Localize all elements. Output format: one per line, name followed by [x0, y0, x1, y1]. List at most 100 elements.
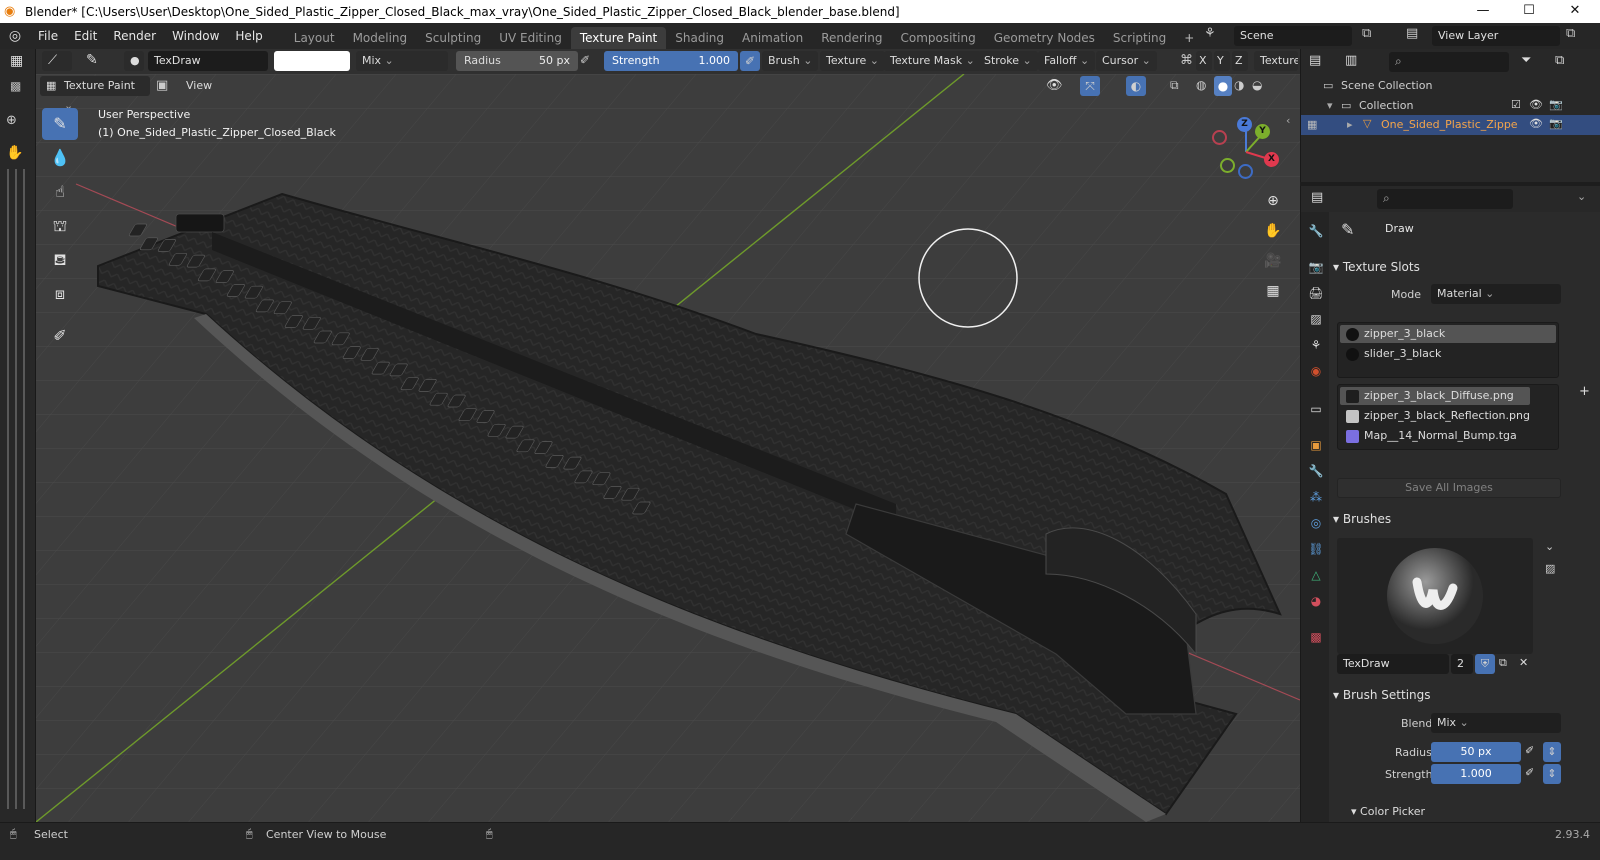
material-item-zipper[interactable]: zipper_3_black [1340, 325, 1556, 343]
ortho-toggle-icon[interactable]: ▦ [1260, 278, 1286, 304]
collection-render-icon[interactable]: 📷 [1549, 98, 1563, 111]
output-tab-icon[interactable]: 🖨 [1305, 282, 1327, 304]
scene-field[interactable]: Scene [1234, 26, 1352, 46]
add-workspace-button[interactable]: + [1175, 27, 1203, 49]
tab-geometry-nodes[interactable]: Geometry Nodes [985, 27, 1104, 49]
collection-visibility-icon[interactable]: 👁 [1529, 98, 1543, 111]
brush-image-icon[interactable]: ▨ [1545, 562, 1555, 575]
unlink-brush-icon[interactable]: ✕ [1519, 656, 1528, 669]
texture-mask-menu[interactable]: Texture Mask [884, 51, 981, 71]
tab-rendering[interactable]: Rendering [812, 27, 891, 49]
tool-tab-icon[interactable]: 🔧 [1305, 220, 1327, 242]
strength-slider[interactable]: Strength 1.000 [604, 51, 738, 71]
gizmo-neg-y[interactable] [1220, 158, 1235, 173]
brush-menu[interactable]: Brush [762, 51, 819, 71]
texture-tab[interactable]: Texture [1254, 51, 1298, 71]
3d-viewport[interactable]: User Perspective (1) One_Sided_Plastic_Z… [36, 74, 1300, 822]
object-tab-icon[interactable]: ▣ [1305, 434, 1327, 456]
menu-help[interactable]: Help [227, 23, 270, 49]
object-expand-icon[interactable]: ▸ [1347, 118, 1353, 131]
brush-name-field[interactable]: TexDraw [148, 51, 268, 71]
outliner-row-object[interactable]: ▦ ▸ ▽ One_Sided_Plastic_Zippe 👁 📷 [1301, 115, 1600, 135]
visibility-eye-icon[interactable]: 👁 [1046, 78, 1063, 93]
draw-tool-button[interactable]: ✎ [42, 108, 78, 140]
properties-options-icon[interactable]: ⌄ [1577, 190, 1586, 203]
fake-user-shield-icon[interactable]: ⛨ [1475, 654, 1495, 674]
physics-tab-icon[interactable]: ◎ [1305, 512, 1327, 534]
tab-compositing[interactable]: Compositing [891, 27, 984, 49]
annotate-tool-button[interactable]: ✐ [42, 320, 78, 352]
blend-dropdown[interactable]: Mix [1431, 713, 1561, 733]
scene-tab-icon[interactable]: ⚘ [1305, 334, 1327, 356]
brush-datablock-name[interactable]: TexDraw [1337, 654, 1449, 674]
mask-toggle-icon[interactable]: ▣ [156, 78, 168, 93]
collection-expand-icon[interactable]: ▾ [1327, 99, 1333, 112]
stroke-menu[interactable]: Stroke [978, 51, 1038, 71]
radius-unit-icon[interactable]: ⇕ [1543, 742, 1561, 762]
radius-pressure-icon[interactable]: ✐ [580, 53, 590, 67]
object-visibility-icon[interactable]: 👁 [1529, 117, 1543, 130]
minimize-button[interactable]: — [1460, 0, 1506, 23]
collection-checkbox[interactable]: ☑ [1511, 98, 1521, 111]
pan-view-icon[interactable]: ✋ [1260, 218, 1286, 244]
brush-list-dropdown-icon[interactable]: ⌄ [1545, 540, 1554, 553]
image-slot-normal[interactable]: Map__14_Normal_Bump.tga [1340, 427, 1556, 445]
new-collection-icon[interactable]: ⧉ [1555, 53, 1564, 68]
fill-tool-button[interactable]: ⛾ [42, 244, 78, 276]
particles-tab-icon[interactable]: ⁂ [1305, 486, 1327, 508]
gizmo-neg-z[interactable] [1238, 164, 1253, 179]
texture-tab-icon[interactable]: ▩ [1305, 626, 1327, 648]
new-scene-icon[interactable]: ⧉ [1362, 26, 1371, 41]
material-item-slider[interactable]: slider_3_black [1340, 345, 1556, 363]
outliner-search[interactable] [1389, 52, 1509, 72]
falloff-menu[interactable]: Falloff [1038, 51, 1096, 71]
editor-type-icon[interactable]: ▦ [10, 53, 23, 69]
symmetry-y-toggle[interactable]: Y [1214, 51, 1230, 71]
zoom-icon[interactable]: ⊕ [6, 113, 17, 128]
view-layer-tab-icon[interactable]: ▨ [1305, 308, 1327, 330]
menu-file[interactable]: File [30, 23, 66, 49]
solid-shading-icon[interactable]: ● [1214, 76, 1232, 96]
smear-tool-button[interactable]: ☝ [42, 176, 78, 208]
add-texture-slot-button[interactable]: + [1579, 384, 1590, 399]
clone-tool-button[interactable]: ⛫ [42, 210, 78, 242]
gizmo-x-axis[interactable]: X [1264, 152, 1279, 167]
texture-slots-panel-header[interactable]: ▾ Texture Slots [1333, 256, 1597, 278]
scene-collection-label[interactable]: Scene Collection [1341, 79, 1432, 92]
menu-edit[interactable]: Edit [66, 23, 105, 49]
camera-view-icon[interactable]: 🎥 [1260, 248, 1286, 274]
image-slot-reflection[interactable]: zipper_3_black_Reflection.png [1340, 407, 1556, 425]
close-window-button[interactable]: ✕ [1552, 0, 1598, 23]
tab-uv-editing[interactable]: UV Editing [490, 27, 571, 49]
image-slot-diffuse[interactable]: zipper_3_black_Diffuse.png [1340, 387, 1530, 405]
brush-color-swatch[interactable] [274, 51, 350, 71]
xray-toggle-icon[interactable]: ⧉ [1170, 78, 1179, 93]
constraints-tab-icon[interactable]: ⛓ [1305, 538, 1327, 560]
view-layer-field[interactable]: View Layer [1432, 26, 1560, 46]
mask-tool-button[interactable]: ⧈ [42, 278, 78, 310]
outliner-editor-icon[interactable]: ▤ [1309, 53, 1321, 68]
radius-pressure-icon[interactable]: ✐ [1525, 744, 1534, 757]
tab-modeling[interactable]: Modeling [344, 27, 417, 49]
strength-pressure-icon[interactable]: ✐ [740, 51, 760, 71]
soften-tool-button[interactable]: 💧 [42, 142, 78, 174]
rendered-shading-icon[interactable]: ◒ [1252, 78, 1262, 92]
symmetry-z-toggle[interactable]: Z [1232, 51, 1248, 71]
zoom-view-icon[interactable]: ⊕ [1260, 188, 1286, 214]
properties-search[interactable] [1377, 189, 1513, 209]
menu-render[interactable]: Render [105, 23, 164, 49]
modifier-tab-icon[interactable]: 🔧 [1305, 460, 1327, 482]
menu-window[interactable]: Window [164, 23, 227, 49]
duplicate-brush-icon[interactable]: ⧉ [1499, 656, 1507, 670]
gizmo-neg-x[interactable] [1212, 130, 1227, 145]
symmetry-x-toggle[interactable]: X [1196, 51, 1212, 71]
gizmo-y-axis[interactable]: Y [1255, 124, 1270, 139]
brush-settings-panel-header[interactable]: ▾ Brush Settings [1333, 684, 1597, 706]
display-mode-icon[interactable]: ▥ [1345, 53, 1357, 68]
brush-preview-icon[interactable]: ● [124, 51, 144, 71]
view-menu[interactable]: View [180, 76, 218, 96]
radius-field[interactable]: 50 px [1431, 742, 1521, 762]
filter-icon[interactable]: ⏷ [1521, 53, 1531, 68]
strength-field[interactable]: 1.000 [1431, 764, 1521, 784]
tab-layout[interactable]: Layout [285, 27, 344, 49]
